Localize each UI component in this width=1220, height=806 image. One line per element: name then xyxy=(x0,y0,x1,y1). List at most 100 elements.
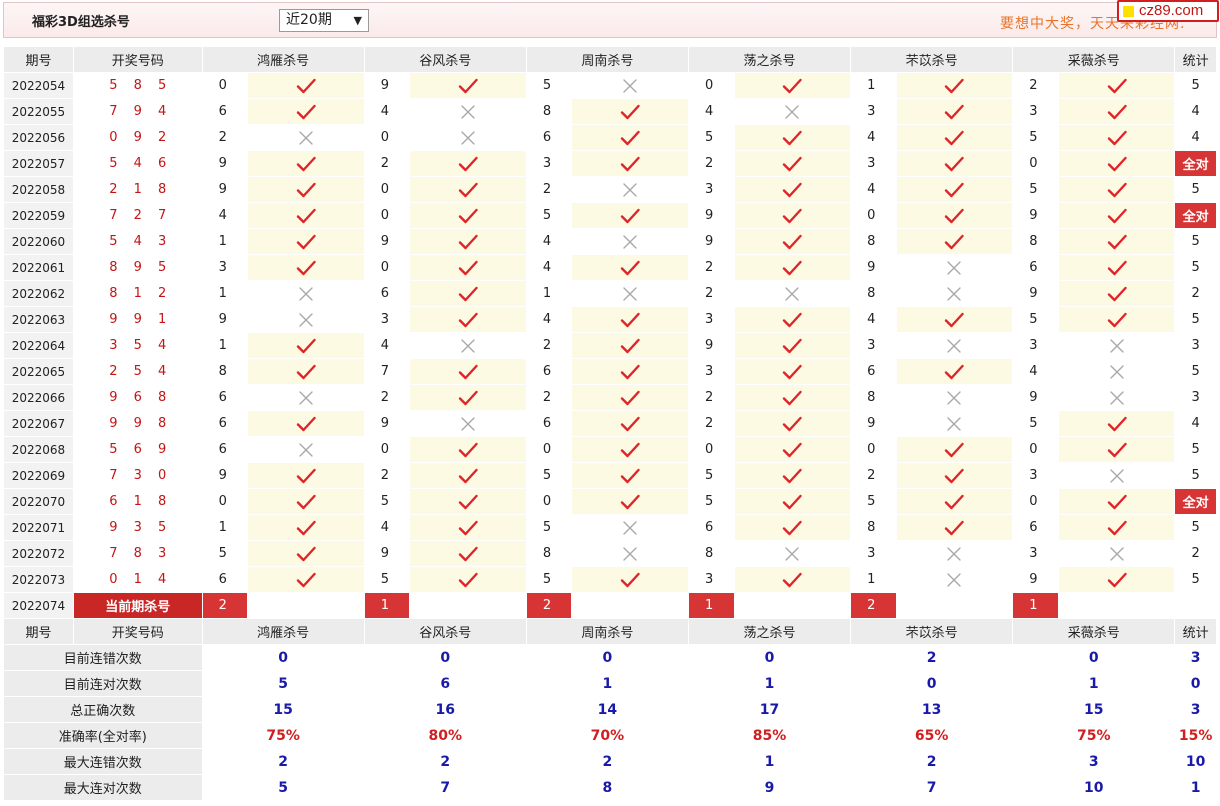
col-header-expert: 周南杀号 xyxy=(526,619,688,644)
period-select[interactable]: 近20期 ▼ xyxy=(279,9,369,32)
cross-icon xyxy=(623,182,637,197)
kill-number-cell: 8 xyxy=(526,541,572,566)
period-cell: 2022072 xyxy=(4,541,73,566)
draw-number-cell: 7 3 0 xyxy=(73,463,202,488)
period-cell: 2022071 xyxy=(4,515,73,540)
stat-value: 75% xyxy=(202,723,364,748)
stat-value: 2 xyxy=(364,749,526,774)
period-cell: 2022066 xyxy=(4,385,73,410)
kill-number-cell: 2 xyxy=(688,411,734,436)
result-cell xyxy=(410,229,526,254)
check-icon xyxy=(296,546,316,561)
check-icon xyxy=(783,572,803,587)
cross-icon xyxy=(299,286,313,301)
kill-number-cell: 4 xyxy=(851,177,896,202)
kill-number-cell: 6 xyxy=(202,411,248,436)
kill-number-cell: 0 xyxy=(526,437,572,462)
kill-number-cell: 3 xyxy=(1013,541,1058,566)
result-cell xyxy=(248,307,364,332)
period-cell: 2022073 xyxy=(4,567,73,592)
stat-value: 16 xyxy=(364,697,526,722)
kill-number-cell: 9 xyxy=(1013,281,1058,306)
result-cell xyxy=(896,255,1013,280)
result-cell xyxy=(734,177,851,202)
kill-number-cell: 4 xyxy=(526,229,572,254)
draw-number-cell: 8 1 2 xyxy=(73,281,202,306)
kill-number-cell: 6 xyxy=(1013,515,1058,540)
col-header-expert: 谷风杀号 xyxy=(364,619,526,644)
result-cell xyxy=(410,99,526,124)
kill-number-cell: 6 xyxy=(202,99,248,124)
kill-number-cell: 4 xyxy=(688,99,734,124)
check-icon xyxy=(620,390,640,405)
kill-number-cell: 8 xyxy=(851,281,896,306)
cross-icon xyxy=(947,390,962,405)
check-icon xyxy=(1107,260,1127,275)
check-icon xyxy=(783,312,803,327)
check-icon xyxy=(945,130,965,145)
check-icon xyxy=(945,442,965,457)
check-icon xyxy=(458,78,478,93)
cross-icon xyxy=(1109,390,1124,405)
check-icon xyxy=(783,416,803,431)
result-cell xyxy=(734,125,851,150)
cross-icon xyxy=(1109,364,1124,379)
result-cell xyxy=(734,255,851,280)
period-cell: 2022058 xyxy=(4,177,73,202)
col-header-expert: 采薇杀号 xyxy=(1013,47,1175,72)
result-cell xyxy=(1058,229,1175,254)
period-cell: 2022054 xyxy=(4,73,73,98)
kill-number-cell: 8 xyxy=(851,229,896,254)
site-logo[interactable]: cz89.com xyxy=(1117,0,1219,22)
result-cell xyxy=(896,203,1013,228)
current-period-cell: 2022074 xyxy=(4,593,73,618)
current-result-blank xyxy=(1058,593,1175,618)
current-result-blank xyxy=(410,593,526,618)
result-cell xyxy=(410,541,526,566)
stat-row: 总正确次数 15 16 14 17 13 15 3 xyxy=(4,697,1216,722)
kill-number-cell: 1 xyxy=(202,281,248,306)
kill-number-cell: 9 xyxy=(364,541,410,566)
result-cell xyxy=(734,541,851,566)
kill-number-cell: 0 xyxy=(364,177,410,202)
table-row: 2022067 9 9 86962954 xyxy=(4,411,1216,436)
table-row: 2022058 2 1 89 0 2 3 4 5 5 xyxy=(4,177,1216,202)
kill-number-cell: 9 xyxy=(688,229,734,254)
kill-number-table: 期号 开奖号码 鸿雁杀号 谷风杀号 周南杀号 荡之杀号 芣苡杀号 采薇杀号 统计 2022054 5… xyxy=(3,46,1217,801)
result-cell xyxy=(1058,411,1175,436)
period-cell: 2022070 xyxy=(4,489,73,514)
cross-icon xyxy=(1109,546,1124,561)
stat-total: 10 xyxy=(1175,749,1216,774)
result-cell xyxy=(1058,281,1175,306)
kill-number-cell: 6 xyxy=(1013,255,1058,280)
kill-number-cell: 6 xyxy=(526,359,572,384)
current-result-blank xyxy=(572,593,688,618)
kill-number-cell: 2 xyxy=(526,385,572,410)
result-cell xyxy=(248,73,364,98)
result-cell xyxy=(572,489,688,514)
kill-number-cell: 3 xyxy=(688,177,734,202)
result-cell xyxy=(410,359,526,384)
kill-number-cell: 2 xyxy=(1013,73,1058,98)
check-icon xyxy=(1107,130,1127,145)
result-cell xyxy=(248,255,364,280)
stat-value: 75% xyxy=(1013,723,1175,748)
kill-number-cell: 3 xyxy=(688,567,734,592)
check-icon xyxy=(458,364,478,379)
result-cell xyxy=(572,437,688,462)
check-icon xyxy=(296,468,316,483)
check-icon xyxy=(945,182,965,197)
kill-number-cell: 4 xyxy=(1013,359,1058,384)
draw-number-cell: 6 1 8 xyxy=(73,489,202,514)
check-icon xyxy=(296,78,316,93)
check-icon xyxy=(458,442,478,457)
kill-number-cell: 9 xyxy=(364,73,410,98)
table-row: 2022064 3 5 41 4 2 9 3 3 3 xyxy=(4,333,1216,358)
col-header-draw: 开奖号码 xyxy=(73,47,202,72)
result-cell xyxy=(572,385,688,410)
result-cell xyxy=(734,73,851,98)
result-cell xyxy=(410,463,526,488)
result-cell xyxy=(248,99,364,124)
check-icon xyxy=(783,468,803,483)
result-cell xyxy=(248,515,364,540)
